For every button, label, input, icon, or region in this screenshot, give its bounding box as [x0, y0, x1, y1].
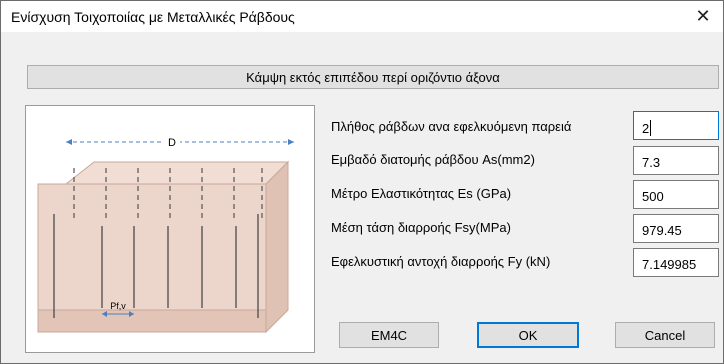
close-icon: ✕ [695, 6, 711, 26]
field-label-bar-count: Πλήθος ράβδων ανα εφελκυόμενη παρειά [331, 119, 572, 134]
dialog-window: Ενίσχυση Τοιχοποιίας με Μεταλλικές Ράβδο… [0, 0, 724, 364]
field-label-bar-area: Εμβαδό διατομής ράβδου As(mm2) [331, 152, 535, 167]
section-header-button[interactable]: Κάμψη εκτός επιπέδου περί οριζόντιο άξον… [27, 65, 719, 89]
elastic-modulus-input[interactable]: 500 [633, 180, 719, 209]
bar-area-input[interactable]: 7.3 [633, 146, 719, 175]
wall-bottom-band [37, 309, 267, 333]
em4c-button[interactable]: EM4C [339, 322, 439, 348]
field-label-elastic-modulus: Μέτρο Ελαστικότητας Es (GPa) [331, 186, 512, 201]
dimension-arrow-right [288, 139, 294, 145]
yield-stress-input[interactable]: 979.45 [633, 214, 719, 243]
text-caret [650, 120, 652, 136]
wall-diagram-svg: D Pf,v [37, 134, 294, 334]
cancel-button[interactable]: Cancel [615, 322, 715, 348]
dimension-label-d: D [168, 137, 176, 149]
section-title: Κάμψη εκτός επιπέδου περί οριζόντιο άξον… [246, 69, 500, 85]
tensile-strength-input[interactable]: 7.149985 [633, 248, 719, 277]
wall-top-face [64, 161, 290, 185]
window-title: Ενίσχυση Τοιχοποιίας με Μεταλλικές Ράβδο… [11, 9, 295, 25]
wall-diagram: D Pf,v [25, 105, 315, 353]
close-button[interactable]: ✕ [683, 1, 723, 32]
ok-button[interactable]: OK [477, 322, 579, 348]
title-bar: Ενίσχυση Τοιχοποιίας με Μεταλλικές Ράβδο… [1, 1, 723, 32]
dimension-arrow-left [66, 139, 72, 145]
dimension-label-pfv: Pf,v [110, 301, 126, 311]
bar-count-input[interactable]: 2 [633, 111, 719, 140]
field-label-yield-stress: Μέση τάση διαρροής Fsy(MPa) [331, 220, 511, 235]
field-label-tensile-strength: Εφελκυστική αντοχή διαρροής Fy (kN) [331, 254, 551, 269]
wall-side-face [265, 160, 289, 334]
